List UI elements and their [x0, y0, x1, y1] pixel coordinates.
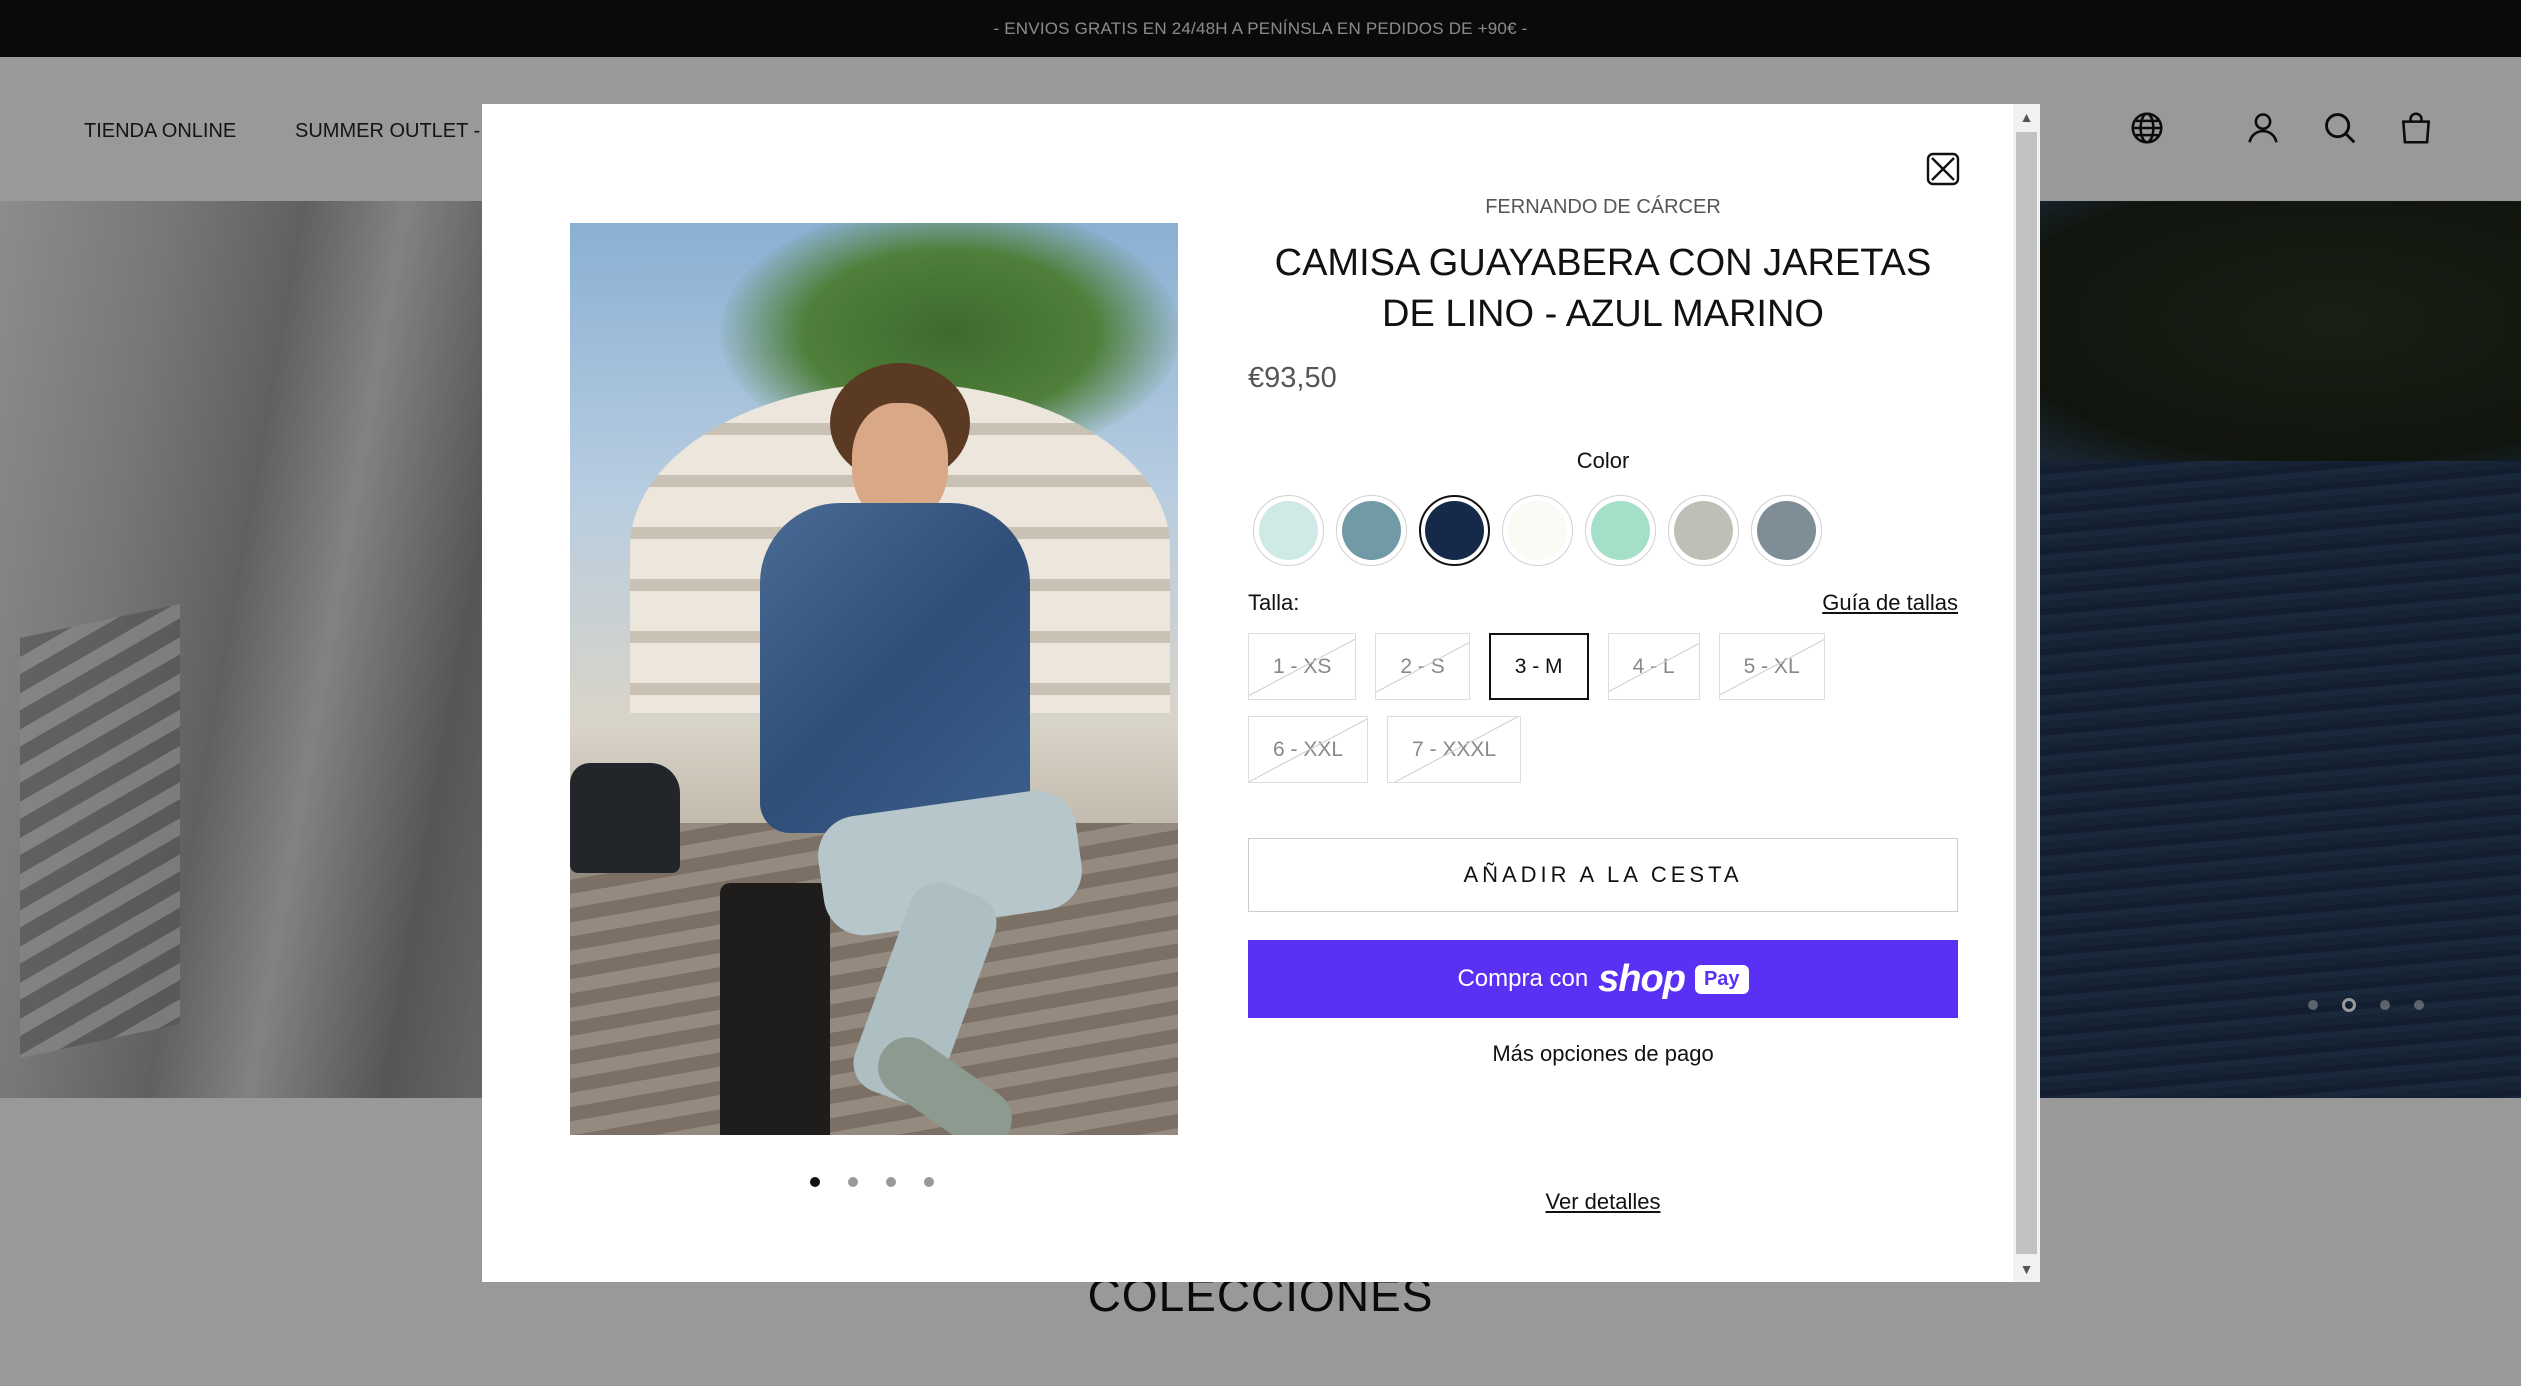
- color-label: Color: [1576, 448, 1630, 473]
- product-price: €93,50: [1248, 362, 1337, 394]
- image-pagination: [810, 1177, 934, 1187]
- color-swatch-fill: [1342, 501, 1401, 560]
- size-label: Talla:: [1248, 590, 1300, 615]
- shop-pay-prefix: Compra con: [1457, 965, 1589, 992]
- view-details-link[interactable]: Ver detalles: [1546, 1189, 1661, 1214]
- image-dot[interactable]: [886, 1177, 896, 1187]
- product-vendor[interactable]: FERNANDO DE CÁRCER: [1248, 196, 1958, 219]
- image-dot-active[interactable]: [810, 1177, 820, 1187]
- size-option-s[interactable]: 2 - S: [1375, 633, 1470, 700]
- size-guide-link[interactable]: Guía de tallas: [1794, 590, 1958, 616]
- color-swatch-fill: [1259, 501, 1318, 560]
- size-option-xxl[interactable]: 6 - XXL: [1248, 716, 1369, 783]
- color-swatch-fill: [1425, 501, 1484, 560]
- scroll-down-arrow[interactable]: ▼: [2013, 1256, 2040, 1282]
- shop-pay-badge: Pay: [1694, 964, 1749, 994]
- shop-pay-logo: shop: [1598, 957, 1686, 1000]
- color-swatch-fill: [1757, 501, 1816, 560]
- scroll-thumb[interactable]: [2016, 132, 2037, 1254]
- scroll-up-arrow[interactable]: ▲: [2013, 104, 2040, 130]
- color-swatches: [1253, 495, 1822, 566]
- color-swatch[interactable]: [1668, 495, 1739, 566]
- image-dot[interactable]: [848, 1177, 858, 1187]
- close-icon[interactable]: [1926, 152, 1960, 186]
- size-option-xl[interactable]: 5 - XL: [1718, 633, 1825, 700]
- quick-view-modal: ▲ ▼ FERNANDO DE CÁRCER CAMISA GUAYABERA …: [482, 104, 2040, 1282]
- color-swatch-fill: [1674, 501, 1733, 560]
- color-swatch-fill: [1591, 501, 1650, 560]
- color-swatch[interactable]: [1585, 495, 1656, 566]
- image-dot[interactable]: [924, 1177, 934, 1187]
- color-swatch[interactable]: [1751, 495, 1822, 566]
- product-title: CAMISA GUAYABERA CON JARETAS DE LINO - A…: [1274, 242, 1932, 335]
- product-image[interactable]: [570, 223, 1178, 1135]
- shop-pay-button[interactable]: Compra con shop Pay: [1248, 940, 1958, 1018]
- view-details-container: Ver detalles: [1248, 1189, 1958, 1215]
- size-option-l[interactable]: 4 - L: [1607, 633, 1700, 700]
- modal-scrollbar[interactable]: ▲ ▼: [2013, 104, 2040, 1282]
- color-swatch[interactable]: [1336, 495, 1407, 566]
- add-to-cart-button[interactable]: AÑADIR A LA CESTA: [1248, 838, 1958, 912]
- size-option-xs[interactable]: 1 - XS: [1248, 633, 1357, 700]
- more-payment-options-link[interactable]: Más opciones de pago: [1248, 1041, 1958, 1067]
- size-option-xxxl[interactable]: 7 - XXXL: [1387, 716, 1522, 783]
- color-swatch-selected[interactable]: [1419, 495, 1490, 566]
- color-swatch-fill: [1508, 501, 1567, 560]
- color-swatch[interactable]: [1502, 495, 1573, 566]
- color-swatch[interactable]: [1253, 495, 1324, 566]
- size-options: 1 - XS 2 - S 3 - M 4 - L 5 - XL 6 - XXL …: [1248, 633, 1958, 783]
- size-option-m[interactable]: 3 - M: [1488, 633, 1589, 700]
